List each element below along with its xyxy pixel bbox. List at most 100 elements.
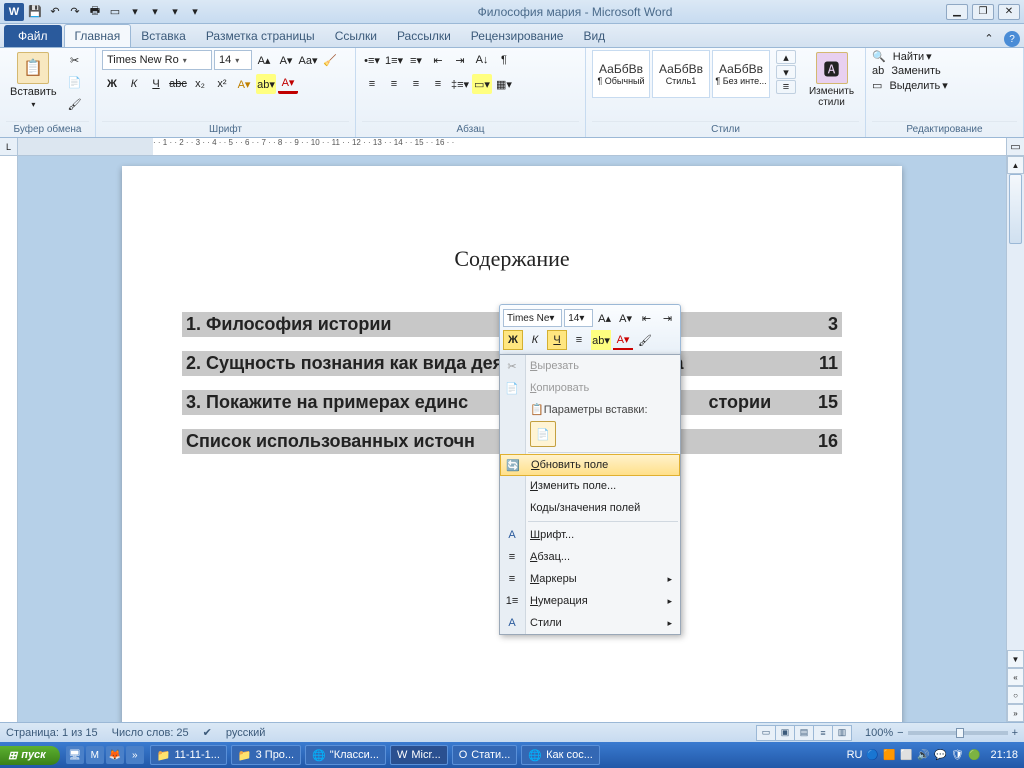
copy-icon[interactable]: 📄 (65, 72, 85, 92)
print-layout-icon[interactable]: ▭ (756, 725, 776, 741)
cm-field-codes[interactable]: Коды/значения полей (500, 497, 680, 519)
show-marks-icon[interactable]: ¶ (494, 50, 514, 70)
ruler-toggle-icon[interactable]: ▭ (1006, 138, 1024, 156)
italic-button[interactable]: К (124, 74, 144, 94)
zoom-level[interactable]: 100% (865, 727, 893, 739)
ql-icon[interactable]: 🖥 (66, 746, 84, 764)
redo-icon[interactable]: ↷ (66, 3, 84, 21)
task-button[interactable]: O Стати... (452, 745, 518, 765)
tab-selector[interactable]: L (0, 138, 18, 156)
mt-font-combo[interactable]: Times Ne ▾ (503, 309, 562, 327)
browse-object-icon[interactable]: ○ (1007, 686, 1024, 704)
multilevel-icon[interactable]: ≡▾ (406, 50, 426, 70)
web-layout-icon[interactable]: ▤ (794, 725, 814, 741)
numbering-icon[interactable]: 1≡▾ (384, 50, 404, 70)
text-effects-icon[interactable]: A▾ (234, 74, 254, 94)
mt-highlight-icon[interactable]: ab▾ (591, 330, 611, 350)
select-button[interactable]: ▭ Выделить ▾ (872, 79, 948, 92)
mt-underline-button[interactable]: Ч (547, 330, 567, 350)
language-indicator[interactable]: русский (226, 727, 265, 739)
outline-icon[interactable]: ≡ (813, 725, 833, 741)
mt-bold-button[interactable]: Ж (503, 330, 523, 350)
style-1[interactable]: АаБбВвСтиль1 (652, 50, 710, 98)
print-icon[interactable]: 🖶 (86, 3, 104, 21)
mt-shrink-icon[interactable]: A▾ (616, 308, 635, 328)
change-case-icon[interactable]: Aa▾ (298, 50, 318, 70)
style-no-spacing[interactable]: АаБбВв¶ Без инте... (712, 50, 770, 98)
tray-icon[interactable]: 🔊 (916, 748, 930, 762)
paste-button[interactable]: 📋 Вставить ▾ (6, 50, 61, 111)
mt-format-painter-icon[interactable]: 🖌 (635, 330, 655, 350)
start-button[interactable]: ⊞пуск (0, 746, 60, 765)
word-count[interactable]: Число слов: 25 (112, 727, 189, 739)
next-page-icon[interactable]: » (1007, 704, 1024, 722)
styles-down-icon[interactable]: ▾ (776, 65, 796, 79)
mt-outdent-icon[interactable]: ⇤ (637, 308, 656, 328)
word-icon[interactable]: W (4, 3, 24, 21)
highlight-icon[interactable]: ab▾ (256, 74, 276, 94)
tray-icon[interactable]: 🔵 (865, 748, 879, 762)
find-button[interactable]: 🔍 Найти ▾ (872, 50, 932, 63)
new-doc-icon[interactable]: ▭ (106, 3, 124, 21)
tab-layout[interactable]: Разметка страницы (196, 25, 325, 47)
minimize-ribbon-icon[interactable]: ⌃ (980, 29, 998, 47)
sort-icon[interactable]: A↓ (472, 50, 492, 70)
tab-view[interactable]: Вид (573, 25, 615, 47)
scroll-down-icon[interactable]: ▼ (1007, 650, 1024, 668)
cm-cut[interactable]: ✂Вырезать (500, 355, 680, 377)
tab-review[interactable]: Рецензирование (461, 25, 574, 47)
subscript-icon[interactable]: x₂ (190, 74, 210, 94)
tab-references[interactable]: Ссылки (325, 25, 387, 47)
shrink-font-icon[interactable]: A▾ (276, 50, 296, 70)
help-icon[interactable]: ? (1004, 31, 1020, 47)
cm-bullets[interactable]: ≡Маркеры▸ (500, 568, 680, 590)
format-painter-icon[interactable]: 🖌 (65, 94, 85, 114)
superscript-icon[interactable]: x² (212, 74, 232, 94)
cm-numbering[interactable]: 1≡Нумерация▸ (500, 590, 680, 612)
align-left-icon[interactable]: ≡ (362, 74, 382, 94)
tab-mailings[interactable]: Рассылки (387, 25, 461, 47)
clear-format-icon[interactable]: 🧹 (320, 50, 340, 70)
line-spacing-icon[interactable]: ‡≡▾ (450, 74, 470, 94)
scroll-thumb[interactable] (1009, 174, 1022, 244)
undo-icon[interactable]: ↶ (46, 3, 64, 21)
mt-size-combo[interactable]: 14 ▾ (564, 309, 593, 327)
change-styles-button[interactable]: 🅰 Изменить стили (804, 50, 859, 110)
vertical-scrollbar[interactable]: ▲ ▼ « ○ » (1006, 156, 1024, 722)
page-indicator[interactable]: Страница: 1 из 15 (6, 727, 98, 739)
task-button[interactable]: 📁 11-11-1... (150, 745, 227, 765)
bold-button[interactable]: Ж (102, 74, 122, 94)
font-size-combo[interactable]: 14▾ (214, 50, 252, 70)
task-button[interactable]: 🌐 Как сос... (521, 745, 600, 765)
styles-gallery[interactable]: АаБбВв¶ Обычный АаБбВвСтиль1 АаБбВв¶ Без… (592, 50, 770, 98)
underline-button[interactable]: Ч (146, 74, 166, 94)
tray-icon[interactable]: 🟧 (882, 748, 896, 762)
close-button[interactable]: ✕ (998, 4, 1020, 20)
qat-icon2[interactable]: ▾ (146, 3, 164, 21)
borders-icon[interactable]: ▦▾ (494, 74, 514, 94)
replace-button[interactable]: ab Заменить (872, 65, 941, 77)
indent-icon[interactable]: ⇥ (450, 50, 470, 70)
language-indicator[interactable]: RU (847, 749, 863, 761)
ql-icon[interactable]: M (86, 746, 104, 764)
qat-more-icon[interactable]: ▾ (186, 3, 204, 21)
qat-icon3[interactable]: ▾ (166, 3, 184, 21)
tray-icon[interactable]: 🟢 (967, 748, 981, 762)
tab-insert[interactable]: Вставка (131, 25, 196, 47)
shading-icon[interactable]: ▭▾ (472, 74, 492, 94)
mt-grow-icon[interactable]: A▴ (595, 308, 614, 328)
ql-icon[interactable]: 🦊 (106, 746, 124, 764)
font-name-combo[interactable]: Times New Ro▾ (102, 50, 212, 70)
zoom-in-button[interactable]: + (1012, 727, 1018, 739)
align-center-icon[interactable]: ≡ (384, 74, 404, 94)
align-right-icon[interactable]: ≡ (406, 74, 426, 94)
grow-font-icon[interactable]: A▴ (254, 50, 274, 70)
cm-styles[interactable]: AСтили▸ (500, 612, 680, 634)
full-screen-icon[interactable]: ▣ (775, 725, 795, 741)
style-normal[interactable]: АаБбВв¶ Обычный (592, 50, 650, 98)
clock[interactable]: 21:18 (990, 749, 1018, 761)
cm-paste-option[interactable]: 📄 (500, 418, 680, 450)
task-button[interactable]: 🌐 "Класси... (305, 745, 386, 765)
bullets-icon[interactable]: •≡▾ (362, 50, 382, 70)
task-button-active[interactable]: W Micr... (390, 745, 448, 765)
